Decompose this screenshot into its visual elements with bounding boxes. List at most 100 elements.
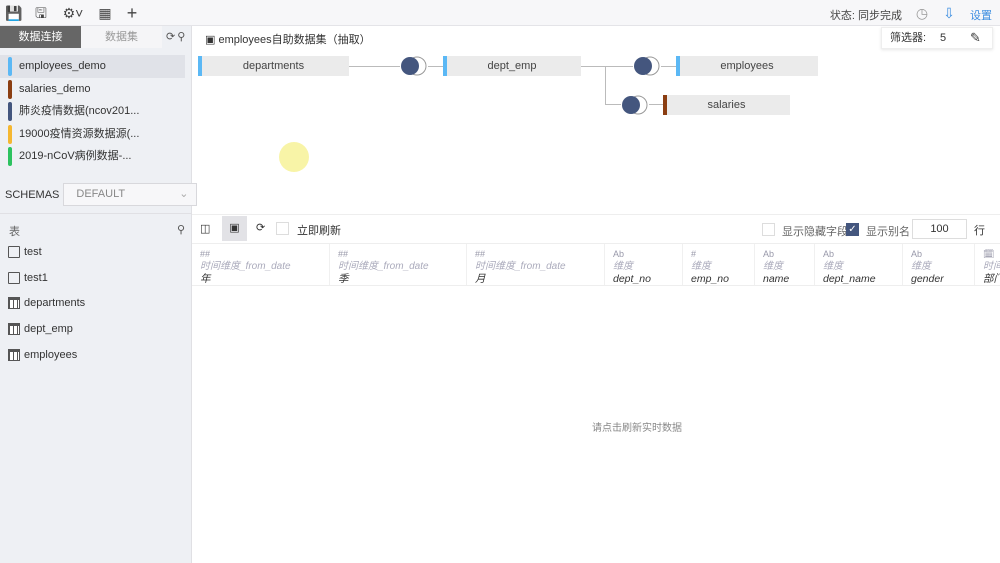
preview-icon[interactable]: ▣: [222, 216, 247, 241]
search-icon[interactable]: ⚲: [177, 26, 185, 48]
export-icon[interactable]: ⇩: [941, 5, 957, 21]
dataset-title-text: employees自助数据集（抽取）: [218, 34, 371, 46]
field-type-icon: Ab: [613, 249, 625, 259]
column-group: 维度: [691, 261, 711, 272]
field-type-icon: ##: [475, 249, 486, 259]
column-header[interactable]: ## 时间维度_from_date 季: [330, 244, 467, 285]
column-name: emp_no: [691, 273, 729, 285]
table-name: departments: [24, 297, 86, 310]
table-icon: [8, 323, 20, 336]
node-label: salaries: [707, 99, 746, 111]
tables-label: 表: [9, 226, 20, 238]
column-group: 时间维度_from_date: [200, 261, 291, 272]
table-icon: [8, 348, 20, 361]
column-header[interactable]: # 维度 emp_no: [683, 244, 755, 285]
table-name: dept_emp: [24, 323, 73, 336]
chevron-down-icon: ⌄: [179, 188, 189, 200]
show-hidden-checkbox[interactable]: [762, 223, 775, 236]
node-label: employees: [720, 60, 774, 72]
column-header[interactable]: Ab 维度 dept_name: [815, 244, 903, 285]
join-icon[interactable]: [621, 95, 649, 115]
add-icon[interactable]: +: [124, 4, 140, 22]
row-unit-label: 行: [974, 225, 985, 237]
save-icon[interactable]: 💾: [5, 5, 22, 21]
connection-name: 2019-nCoV病例数据-...: [19, 150, 132, 162]
edit-icon[interactable]: ✎: [970, 28, 981, 48]
connection-color-bar: [8, 124, 12, 144]
sql-file-icon: [8, 271, 20, 284]
column-name: gender: [911, 273, 944, 285]
column-header[interactable]: Ab 维度 name: [755, 244, 815, 285]
filter-box[interactable]: 筛选器: 5 ✎: [881, 27, 993, 49]
field-type-icon: Ab: [763, 249, 775, 259]
connection-item[interactable]: 肺炎疫情数据(ncov201...: [0, 100, 185, 123]
sync-status: 状态: 同步完成: [829, 10, 902, 22]
connection-color-bar: [8, 57, 12, 76]
field-type-icon: ##: [338, 249, 349, 259]
column-group: 时间维度_from_date: [338, 261, 429, 272]
connection-item[interactable]: salaries_demo: [0, 78, 185, 101]
save-as-icon[interactable]: 🖫: [33, 5, 49, 21]
refresh-data-icon[interactable]: ⟳: [256, 221, 265, 234]
column-header[interactable]: Ab 维度 gender: [903, 244, 975, 285]
column-header[interactable]: ## 时间维度_from_date 月: [467, 244, 605, 285]
node-salaries[interactable]: salaries: [663, 95, 790, 115]
cursor-highlight: [279, 142, 309, 172]
preview-grid-header: ## 时间维度_from_date 年 ## 时间维度_from_date 季 ## 时间维度…: [192, 243, 1000, 286]
tab-connections[interactable]: 数据连接: [0, 26, 81, 48]
clock-icon[interactable]: ◷: [914, 5, 930, 21]
refresh-icon[interactable]: ⟳: [166, 26, 175, 48]
column-group: 维度: [911, 261, 931, 272]
field-settings-icon[interactable]: ◫: [200, 222, 210, 235]
connection-item[interactable]: employees_demo: [0, 55, 185, 78]
node-departments[interactable]: departments: [198, 56, 349, 76]
node-label: departments: [242, 60, 305, 72]
table-search-icon[interactable]: ⚲: [177, 223, 185, 236]
connection-item[interactable]: 2019-nCoV病例数据-...: [0, 145, 185, 168]
instant-refresh-checkbox[interactable]: [276, 222, 289, 235]
column-name: 季: [338, 273, 349, 285]
dataset-title: ▣ employees自助数据集（抽取）: [205, 31, 371, 47]
row-limit-input[interactable]: 100: [912, 219, 967, 239]
table-item[interactable]: test1: [8, 271, 48, 284]
table-icon[interactable]: ▦: [97, 5, 113, 21]
table-item[interactable]: employees: [8, 348, 77, 361]
connection-name: 19000疫情资源数据源(...: [19, 127, 140, 140]
show-alias-label: 显示别名: [866, 226, 910, 238]
dataset-menu-icon[interactable]: ⚙˅: [61, 5, 85, 21]
table-item[interactable]: departments: [8, 297, 86, 310]
tab-datasets[interactable]: 数据集: [81, 26, 162, 48]
connection-item[interactable]: 19000疫情资源数据源(...: [0, 123, 185, 146]
show-hidden-label: 显示隐藏字段: [782, 226, 848, 238]
column-header[interactable]: ## 时间维度_from_date 年: [192, 244, 330, 285]
column-name: name: [763, 273, 790, 285]
column-group: 维度: [763, 261, 783, 272]
table-item[interactable]: dept_emp: [8, 323, 73, 336]
node-dept-emp[interactable]: dept_emp: [443, 56, 581, 76]
show-alias-checkbox[interactable]: ✓: [846, 223, 859, 236]
field-type-icon: ##: [200, 249, 211, 259]
connection-name: employees_demo: [19, 60, 106, 72]
filter-count: 5: [940, 32, 947, 44]
join-icon[interactable]: [400, 56, 428, 76]
settings-link[interactable]: 设置: [970, 7, 992, 23]
connection-color-bar: [8, 102, 12, 121]
table-item[interactable]: test: [8, 246, 42, 258]
column-name: 部门: [983, 273, 1000, 285]
field-type-icon: #: [691, 249, 697, 259]
empty-message: 请点击刷新实时数据: [592, 423, 682, 434]
schema-select[interactable]: DEFAULT ⌄: [63, 183, 198, 206]
table-icon: [8, 297, 20, 310]
node-employees[interactable]: employees: [676, 56, 818, 76]
sql-file-icon: [8, 246, 20, 258]
column-group: 时间维度_from_date: [475, 261, 566, 272]
table-name: test1: [24, 271, 48, 284]
field-type-icon: Ab: [911, 249, 923, 259]
column-header[interactable]: Ab 维度 dept_no: [605, 244, 683, 285]
column-group: 维度: [613, 261, 633, 272]
join-icon[interactable]: [633, 56, 661, 76]
field-type-icon: Ab: [823, 249, 835, 259]
filter-label: 筛选器:: [890, 32, 927, 44]
column-header[interactable]: 🗓 时间部门: [975, 244, 1000, 285]
connection-color-bar: [8, 79, 12, 99]
